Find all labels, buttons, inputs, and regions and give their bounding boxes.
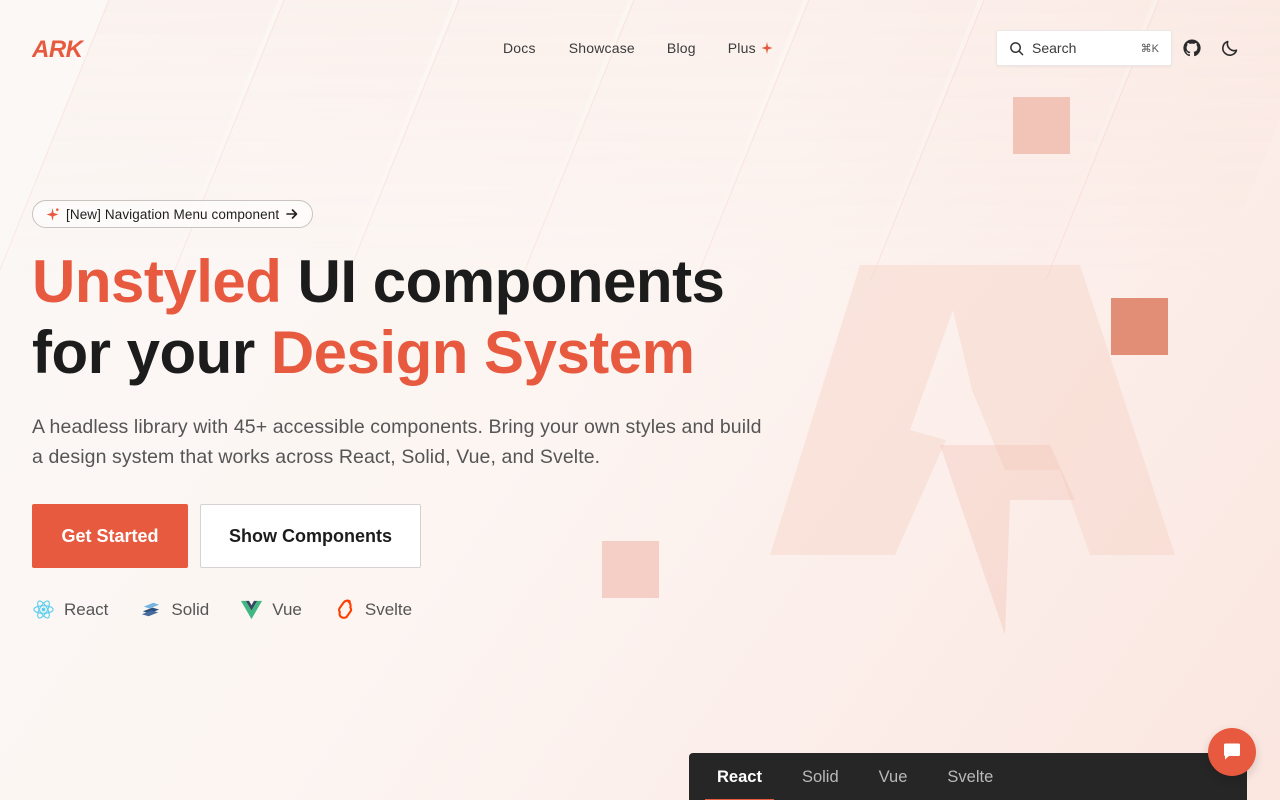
decorative-square <box>1111 298 1168 355</box>
nav-plus-label: Plus <box>727 40 756 56</box>
framework-list: React Solid Vue Svelte <box>32 598 443 621</box>
nav-showcase[interactable]: Showcase <box>569 38 635 58</box>
hero-title-accent: Design System <box>270 319 695 386</box>
announcement-text: [New] Navigation Menu component <box>66 206 280 222</box>
framework-label: Vue <box>272 599 302 619</box>
nav-blog[interactable]: Blog <box>667 38 696 58</box>
code-example-panel: React Solid Vue Svelte <box>689 753 1247 800</box>
announcement-pill[interactable]: [New] Navigation Menu component <box>32 200 314 228</box>
react-icon <box>33 600 54 619</box>
tab-vue[interactable]: Vue <box>867 753 920 800</box>
framework-svelte[interactable]: Svelte <box>333 598 412 621</box>
tab-solid[interactable]: Solid <box>790 753 851 800</box>
vue-icon <box>241 600 263 620</box>
framework-vue[interactable]: Vue <box>240 598 302 621</box>
hero-title: Unstyled UI components for your Design S… <box>32 246 792 388</box>
arrow-right-icon <box>286 209 298 219</box>
decorative-square <box>1013 97 1070 154</box>
search-label: Search <box>1032 40 1077 56</box>
site-header: ARK Docs Showcase Blog Plus Search ⌘K <box>0 0 1280 96</box>
github-icon[interactable] <box>1182 38 1202 58</box>
nav-plus[interactable]: Plus <box>728 38 774 58</box>
nav-docs[interactable]: Docs <box>503 38 536 58</box>
framework-label: React <box>64 599 109 619</box>
search-shortcut: ⌘K <box>1140 42 1159 55</box>
sparkle-icon <box>761 42 773 54</box>
svelte-icon <box>337 599 352 619</box>
framework-react[interactable]: React <box>32 598 108 621</box>
svg-text:ARK: ARK <box>32 36 85 62</box>
get-started-button[interactable]: Get Started <box>32 504 188 568</box>
main-nav: Docs Showcase Blog Plus <box>503 38 774 58</box>
hero-title-accent: Unstyled <box>32 248 282 315</box>
solid-icon <box>142 602 160 617</box>
hero-title-text: UI components <box>281 248 725 315</box>
chat-button[interactable] <box>1208 728 1256 776</box>
ark-logo[interactable]: ARK <box>32 36 106 62</box>
decorative-square <box>602 541 659 598</box>
chat-bubble-icon <box>1224 743 1240 760</box>
hero-description: A headless library with 45+ accessible c… <box>32 416 762 468</box>
show-components-button[interactable]: Show Components <box>200 504 421 568</box>
tab-svelte[interactable]: Svelte <box>935 753 1005 800</box>
search-button[interactable]: Search ⌘K <box>996 30 1172 66</box>
framework-label: Svelte <box>364 599 413 619</box>
hero-title-text: for your <box>32 319 271 386</box>
framework-solid[interactable]: Solid <box>139 598 209 621</box>
moon-icon[interactable] <box>1220 38 1240 58</box>
tab-react[interactable]: React <box>705 753 774 800</box>
framework-label: Solid <box>171 599 210 619</box>
code-tabs: React Solid Vue Svelte <box>689 753 1247 800</box>
search-icon <box>1010 41 1024 55</box>
sparkle-icon <box>46 207 59 221</box>
